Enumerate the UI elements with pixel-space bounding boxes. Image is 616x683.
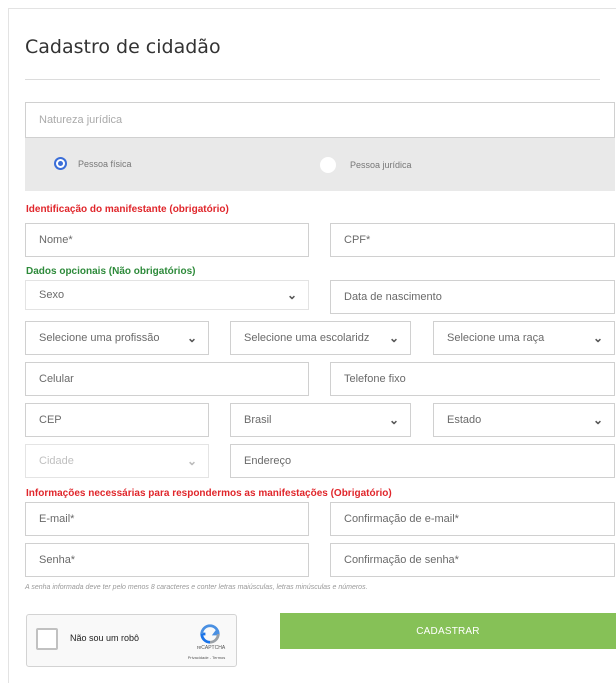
sexo-select[interactable]: Sexo ⌄ [25, 280, 309, 310]
confirm-email-input[interactable]: Confirmação de e-mail* [330, 502, 615, 536]
confirm-senha-input[interactable]: Confirmação de senha* [330, 543, 615, 577]
confirm-email-placeholder: Confirmação de e-mail* [344, 513, 459, 525]
pais-select[interactable]: Brasil ⌄ [230, 403, 411, 437]
senha-placeholder: Senha* [39, 554, 76, 566]
telefone-fixo-placeholder: Telefone fixo [344, 373, 406, 385]
recaptcha-label: Não sou um robô [70, 633, 140, 643]
confirm-senha-placeholder: Confirmação de senha* [344, 554, 459, 566]
radio-selected-icon [54, 157, 67, 170]
chevron-down-icon: ⌄ [592, 413, 603, 427]
chevron-down-icon: ⌄ [592, 331, 603, 345]
cep-placeholder: CEP [39, 414, 62, 426]
celular-placeholder: Celular [39, 373, 74, 385]
pessoa-type-radio-group: Pessoa física Pessoa jurídica [25, 138, 615, 191]
natureza-juridica-label: Natureza jurídica [39, 114, 123, 126]
email-input[interactable]: E-mail* [25, 502, 309, 536]
pais-value: Brasil [244, 414, 272, 426]
estado-select[interactable]: Estado ⌄ [433, 403, 615, 437]
recaptcha-terms-link[interactable]: Privacidade - Termos [179, 655, 234, 660]
endereco-input[interactable]: Endereço [230, 444, 615, 478]
radio-unselected-icon [320, 157, 336, 173]
cidade-value: Cidade [39, 455, 74, 467]
radio-pessoa-juridica[interactable]: Pessoa jurídica [320, 157, 412, 173]
section-informacoes: Informações necessárias para respondermo… [26, 488, 392, 499]
recaptcha-widget: Não sou um robô reCAPTCHA Privacidade - … [26, 614, 237, 667]
chevron-down-icon: ⌄ [388, 413, 399, 427]
cep-input[interactable]: CEP [25, 403, 209, 437]
recaptcha-brand: reCAPTCHA [196, 645, 226, 651]
chevron-down-icon: ⌄ [186, 331, 197, 345]
sexo-value: Sexo [39, 289, 65, 301]
escolaridade-select[interactable]: Selecione uma escolaridz ⌄ [230, 321, 411, 355]
escolaridade-value: Selecione uma escolaridz [244, 332, 370, 344]
page-title: Cadastro de cidadão [25, 36, 221, 58]
recaptcha-logo-icon [200, 624, 220, 644]
cpf-placeholder: CPF* [344, 234, 371, 246]
radio-pessoa-fisica-label: Pessoa física [78, 158, 132, 169]
telefone-fixo-input[interactable]: Telefone fixo [330, 362, 615, 396]
data-nascimento-input[interactable]: Data de nascimento [330, 280, 615, 314]
profissao-value: Selecione uma profissão [39, 332, 160, 344]
profissao-select[interactable]: Selecione uma profissão ⌄ [25, 321, 209, 355]
section-identificacao: Identificação do manifestante (obrigatór… [26, 204, 229, 215]
cadastrar-button[interactable]: CADASTRAR [280, 613, 616, 649]
cidade-select: Cidade ⌄ [25, 444, 209, 478]
chevron-down-icon: ⌄ [186, 454, 197, 468]
natureza-juridica-field: Natureza jurídica [25, 102, 615, 138]
estado-value: Estado [447, 414, 482, 426]
password-hint: A senha informada deve ter pelo menos 8 … [25, 584, 368, 591]
cpf-input[interactable]: CPF* [330, 223, 615, 257]
nome-placeholder: Nome* [39, 234, 73, 246]
title-divider [25, 79, 600, 80]
email-placeholder: E-mail* [39, 513, 75, 525]
endereco-placeholder: Endereço [244, 455, 292, 467]
data-nascimento-placeholder: Data de nascimento [344, 291, 442, 303]
raca-select[interactable]: Selecione uma raça ⌄ [433, 321, 615, 355]
senha-input[interactable]: Senha* [25, 543, 309, 577]
radio-pessoa-juridica-label: Pessoa jurídica [350, 160, 412, 170]
section-opcionais: Dados opcionais (Não obrigatórios) [26, 266, 196, 277]
recaptcha-checkbox[interactable] [36, 628, 58, 650]
celular-input[interactable]: Celular [25, 362, 309, 396]
chevron-down-icon: ⌄ [286, 288, 297, 302]
radio-pessoa-fisica[interactable]: Pessoa física [54, 157, 132, 170]
chevron-down-icon: ⌄ [388, 331, 399, 345]
nome-input[interactable]: Nome* [25, 223, 309, 257]
raca-value: Selecione uma raça [447, 332, 545, 344]
